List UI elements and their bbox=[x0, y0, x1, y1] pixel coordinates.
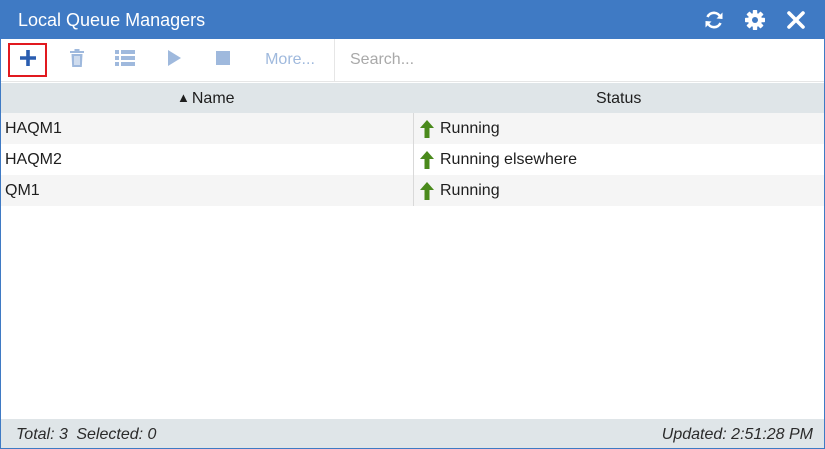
updated-label: Updated: bbox=[661, 426, 727, 443]
queue-manager-name: HAQM1 bbox=[5, 120, 62, 137]
status-text: Running bbox=[440, 120, 500, 137]
status-text: Running elsewhere bbox=[440, 151, 577, 168]
selected-count: 0 bbox=[147, 426, 157, 443]
stop-button[interactable] bbox=[211, 43, 235, 77]
queue-manager-name: HAQM2 bbox=[5, 151, 62, 168]
stop-icon bbox=[216, 50, 230, 70]
delete-button[interactable] bbox=[65, 43, 89, 77]
search-input[interactable] bbox=[342, 45, 812, 75]
window-title: Local Queue Managers bbox=[18, 10, 206, 30]
column-header-status[interactable]: Status bbox=[596, 90, 641, 108]
column-divider bbox=[413, 113, 414, 206]
queue-manager-name: QM1 bbox=[5, 182, 40, 199]
status-text: Running bbox=[440, 182, 500, 199]
total-count: 3 bbox=[59, 426, 68, 443]
total-label: Total: bbox=[16, 426, 55, 443]
more-button[interactable]: More... bbox=[259, 43, 321, 77]
close-icon[interactable] bbox=[785, 9, 807, 31]
toolbar: More... bbox=[1, 39, 824, 82]
start-button[interactable] bbox=[162, 43, 186, 77]
last-updated: Updated: 2:51:28 PM bbox=[662, 426, 813, 444]
plus-icon bbox=[18, 48, 38, 73]
sort-ascending-icon: ▲ bbox=[177, 90, 190, 105]
column-header-name-label: Name bbox=[191, 90, 235, 107]
table-header: ▲ Name Status bbox=[1, 83, 824, 113]
column-header-name[interactable]: ▲ Name bbox=[177, 90, 235, 108]
play-icon bbox=[167, 49, 181, 71]
trash-icon bbox=[69, 48, 85, 72]
up-arrow-icon bbox=[420, 120, 434, 138]
gear-icon[interactable] bbox=[744, 9, 766, 31]
up-arrow-icon bbox=[420, 182, 434, 200]
selection-summary: Total: 3 Selected: 0 bbox=[16, 426, 156, 444]
toolbar-divider bbox=[334, 39, 335, 81]
queue-manager-status: Running bbox=[420, 182, 500, 200]
queue-manager-status: Running elsewhere bbox=[420, 151, 577, 169]
status-bar: Total: 3 Selected: 0 Updated: 2:51:28 PM bbox=[1, 419, 824, 448]
selected-label: Selected: bbox=[76, 426, 144, 443]
queue-manager-status: Running bbox=[420, 120, 500, 138]
title-bar: Local Queue Managers bbox=[1, 1, 824, 39]
updated-time: 2:51:28 PM bbox=[731, 426, 813, 443]
queue-managers-widget: Local Queue Managers More... Search... ▲… bbox=[0, 0, 825, 449]
up-arrow-icon bbox=[420, 151, 434, 169]
add-button[interactable] bbox=[8, 43, 47, 77]
refresh-icon[interactable] bbox=[703, 9, 725, 31]
list-icon bbox=[115, 49, 135, 71]
properties-button[interactable] bbox=[113, 43, 137, 77]
